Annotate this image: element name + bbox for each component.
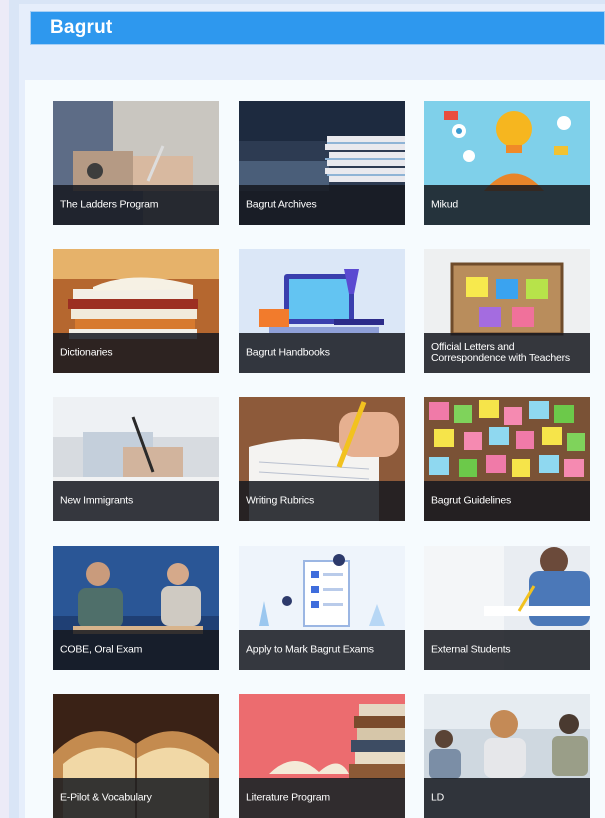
tile-caption: Bagrut Guidelines (424, 481, 590, 521)
tile-label: LD (431, 791, 445, 804)
tile-caption: Dictionaries (53, 333, 219, 373)
tile-caption: External Students (424, 630, 590, 670)
tile-new-immigrants[interactable]: New Immigrants (53, 397, 219, 521)
tile-apply-mark-exams[interactable]: Apply to Mark Bagrut Exams (239, 546, 405, 670)
tile-dictionaries[interactable]: Dictionaries (53, 249, 219, 373)
tile-caption: COBE, Oral Exam (53, 630, 219, 670)
tile-caption: Writing Rubrics (239, 481, 405, 521)
page-title: Bagrut (50, 17, 113, 38)
tile-e-pilot-vocabulary[interactable]: E-Pilot & Vocabulary (53, 694, 219, 818)
tile-writing-rubrics[interactable]: Writing Rubrics (239, 397, 405, 521)
tile-bagrut-handbooks[interactable]: Bagrut Handbooks (239, 249, 405, 373)
tile-label: E-Pilot & Vocabulary (60, 791, 152, 804)
tile-mikud[interactable]: Mikud (424, 101, 590, 225)
tile-label: COBE, Oral Exam (60, 643, 143, 656)
tile-label: The Ladders Program (60, 198, 159, 211)
tile-caption: New Immigrants (53, 481, 219, 521)
tile-label: Mikud (431, 198, 459, 211)
tile-official-letters[interactable]: Official Letters and Correspondence with… (424, 249, 590, 373)
tile-caption: Apply to Mark Bagrut Exams (239, 630, 405, 670)
tile-label: Apply to Mark Bagrut Exams (246, 643, 374, 656)
tile-label: New Immigrants (60, 494, 134, 507)
tile-ld[interactable]: LD (424, 694, 590, 818)
tile-label: Bagrut Archives (246, 198, 317, 211)
tile-bagrut-guidelines[interactable]: Bagrut Guidelines (424, 397, 590, 521)
tile-bagrut-archives[interactable]: Bagrut Archives (239, 101, 405, 225)
tile-cobe-oral-exam[interactable]: COBE, Oral Exam (53, 546, 219, 670)
tile-label: Writing Rubrics (246, 494, 314, 507)
tile-ladders-program[interactable]: The Ladders Program (53, 101, 219, 225)
tile-caption: Bagrut Handbooks (239, 333, 405, 373)
tile-label: External Students (431, 643, 511, 656)
tile-label: Dictionaries (60, 346, 113, 359)
tile-external-students[interactable]: External Students (424, 546, 590, 670)
tile-label: Bagrut Handbooks (246, 346, 330, 359)
tile-label: Literature Program (246, 791, 330, 804)
tile-literature-program[interactable]: Literature Program (239, 694, 405, 818)
section-header: Bagrut (30, 11, 605, 45)
tile-caption: E-Pilot & Vocabulary (53, 778, 219, 818)
tile-caption: Literature Program (239, 778, 405, 818)
tile-caption: LD (424, 778, 590, 818)
tile-caption: The Ladders Program (53, 185, 219, 225)
tile-caption: Bagrut Archives (239, 185, 405, 225)
tile-label: Bagrut Guidelines (431, 494, 512, 507)
tile-label: Official Letters and Correspondence with… (431, 341, 570, 364)
tile-caption: Official Letters and Correspondence with… (424, 333, 590, 373)
tile-caption: Mikud (424, 185, 590, 225)
